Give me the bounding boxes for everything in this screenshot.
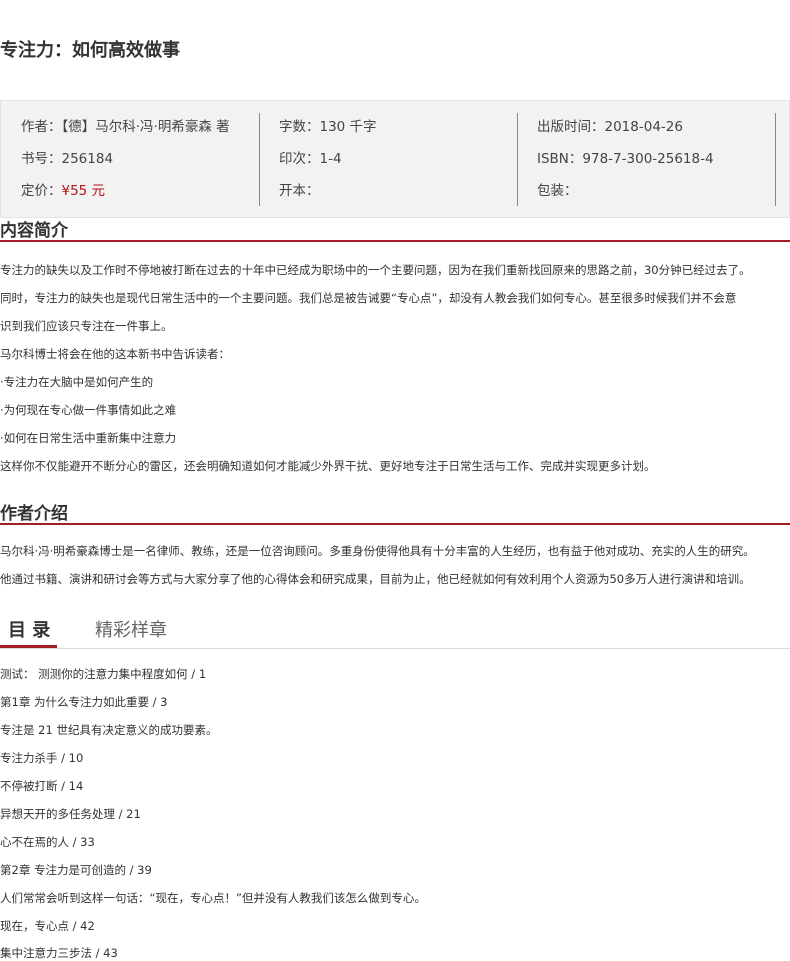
tab-sample-chapter[interactable]: 精彩样章 <box>95 616 167 642</box>
page-title: 专注力：如何高效做事 <box>0 40 180 61</box>
toc-item[interactable]: 专注力杀手 / 10 <box>0 750 83 766</box>
intro-line: 这样你不仅能避开不断分心的雷区，还会明确知道如何才能减少外界干扰、更好地专注于日… <box>0 459 656 473</box>
format-field: 开本： <box>279 183 320 199</box>
author-heading: 作者介绍 <box>0 504 68 524</box>
price-label: 定价： <box>21 183 62 199</box>
intro-bullet: ·如何在日常生活中重新集中注意力 <box>0 431 177 445</box>
author-section-header: 作者介绍 <box>0 497 790 525</box>
price-field: 定价：¥55 元 <box>21 179 105 199</box>
toc-item[interactable]: 人们常常会听到这样一句话：“现在，专心点！”但并没有人教我们该怎么做到专心。 <box>0 890 426 906</box>
intro-line: 专注力的缺失以及工作时不停地被打断在过去的十年中已经成为职场中的一个主要问题，因… <box>0 263 751 277</box>
intro-line: 识到我们应该只专注在一件事上。 <box>0 319 173 333</box>
tab-toc[interactable]: 目 录 <box>8 616 50 642</box>
toc-item[interactable]: 专注是 21 世纪具有决定意义的成功要素。 <box>0 722 217 738</box>
author-field: 作者：【德】马尔科·冯·明希豪森 著 <box>21 119 230 135</box>
price-value: ¥55 元 <box>61 183 106 199</box>
toc-item[interactable]: 测试： 测测你的注意力集中程度如何 / 1 <box>0 666 206 682</box>
info-column-1: 作者：【德】马尔科·冯·明希豪森 著 书号：256184 定价：¥55 元 <box>1 113 260 206</box>
info-column-2: 字数：130 千字 印次：1-4 开本： <box>259 113 518 206</box>
toc-item[interactable]: 第1章 为什么专注力如此重要 / 3 <box>0 694 167 710</box>
word-count-field: 字数：130 千字 <box>279 119 377 135</box>
author-line: 马尔科·冯·明希豪森博士是一名律师、教练，还是一位咨询顾问。多重身份使得他具有十… <box>0 544 755 558</box>
toc-item[interactable]: 现在，专心点 / 42 <box>0 918 95 934</box>
isbn-field: ISBN：978-7-300-25618-4 <box>537 151 714 167</box>
toc-item[interactable]: 心不在焉的人 / 33 <box>0 834 95 850</box>
toc-item[interactable]: 第2章 专注力是可创造的 / 39 <box>0 862 152 878</box>
active-tab-indicator <box>0 645 57 648</box>
toc-item[interactable]: 集中注意力三步法 / 43 <box>0 945 118 961</box>
intro-line: 马尔科博士将会在他的这本新书中告诉读者： <box>0 347 230 361</box>
info-column-3: 出版时间：2018-04-26 ISBN：978-7-300-25618-4 包… <box>517 113 776 206</box>
intro-line: 同时，专注力的缺失也是现代日常生活中的一个主要问题。我们总是被告诫要“专心点”，… <box>0 291 737 305</box>
book-number-field: 书号：256184 <box>21 151 114 167</box>
intro-bullet: ·专注力在大脑中是如何产生的 <box>0 375 154 389</box>
intro-section-header: 内容简介 <box>0 214 790 242</box>
author-line: 他通过书籍、演讲和研讨会等方式与大家分享了他的心得体会和研究成果，目前为止，他已… <box>0 572 751 586</box>
intro-bullet: ·为何现在专心做一件事情如此之难 <box>0 403 177 417</box>
publish-date-field: 出版时间：2018-04-26 <box>537 119 683 135</box>
content-tabs: 目 录 精彩样章 <box>0 614 790 649</box>
intro-heading: 内容简介 <box>0 221 68 241</box>
book-info-panel: 作者：【德】马尔科·冯·明希豪森 著 书号：256184 定价：¥55 元 字数… <box>0 100 790 218</box>
binding-field: 包装： <box>537 183 578 199</box>
toc-item[interactable]: 异想天开的多任务处理 / 21 <box>0 806 141 822</box>
toc-item[interactable]: 不停被打断 / 14 <box>0 778 83 794</box>
printing-field: 印次：1-4 <box>279 151 342 167</box>
